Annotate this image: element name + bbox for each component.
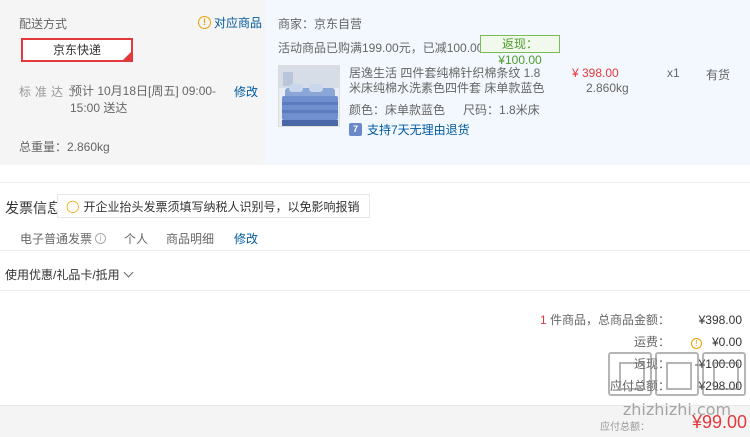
item-count: 1	[539, 313, 547, 327]
freight-warning-icon[interactable]: !	[690, 337, 702, 349]
product-weight: 2.860kg	[586, 81, 629, 95]
delivery-title: 配送方式	[19, 17, 68, 31]
payable-value: ¥298.00	[698, 378, 742, 393]
invoice-content: 商品明细	[166, 232, 215, 246]
total-weight: 总重量：2.860kg	[19, 140, 110, 154]
goods-amount-label: 1 件商品，总商品金额：	[540, 311, 670, 328]
payable-row: 应付总额： ¥298.00	[610, 377, 742, 394]
divider	[0, 182, 750, 183]
lightbulb-icon: ◯	[66, 199, 80, 213]
invoice-tip: ◯ 开企业抬头发票须填写纳税人识别号，以免影响报销	[52, 194, 371, 218]
goods-amount-row: 1 件商品，总商品金额： ¥398.00	[540, 311, 742, 328]
warning-icon: !	[198, 16, 211, 29]
divider	[0, 290, 750, 291]
coupon-toggle[interactable]: 使用优惠/礼品卡/抵用	[5, 266, 134, 283]
standard-delivery-time: 预计 10月18日[周五] 09:00-15:00 送达	[70, 84, 217, 115]
product-price: ¥ 398.00	[572, 66, 619, 80]
pay-total-amount: ¥99.00	[692, 412, 748, 432]
selected-corner-icon	[123, 52, 131, 60]
freight-value: ! ¥0.00	[670, 335, 742, 349]
delivery-method-button[interactable]: 京东快递	[21, 38, 133, 62]
pay-total-label: 应付总额：	[600, 422, 650, 433]
invoice-tip-text: 开企业抬头发票须填写纳税人识别号，以免影响报销	[83, 199, 360, 214]
product-quantity: x1	[667, 66, 680, 80]
coupon-label: 使用优惠/礼品卡/抵用	[5, 268, 120, 282]
delivery-method-label: 京东快递	[52, 43, 101, 57]
seller-name: 商家：京东自营	[278, 17, 363, 31]
chevron-down-icon	[123, 267, 134, 278]
seven-day-return-icon: 7	[349, 123, 362, 136]
rebate-row: 返现： -¥100.00	[634, 355, 742, 372]
match-products-label: 对应商品	[214, 16, 263, 30]
tip-arrow	[52, 202, 58, 212]
freight-label: 运费：	[633, 335, 670, 349]
product-name[interactable]: 居逸生活 四件套纯棉针织棉条纹 1.8米床纯棉水洗素色四件套 床单款蓝色	[349, 66, 549, 96]
product-image[interactable]	[278, 65, 340, 127]
rebate-label: 返现：	[633, 357, 670, 371]
return-policy: 7 支持7天无理由退货	[349, 121, 470, 138]
rebate-badge: 返现：¥100.00	[480, 35, 560, 67]
return-policy-label: 支持7天无理由退货	[367, 123, 470, 137]
payable-label: 应付总额：	[609, 379, 670, 393]
freight-row: 运费： ! ¥0.00	[634, 333, 742, 350]
product-size: 尺码：1.8米床	[463, 103, 540, 117]
bedding-image-icon	[279, 66, 339, 126]
product-props: 颜色：床单款蓝色 尺码：1.8米床	[349, 101, 540, 118]
info-icon[interactable]: i	[95, 233, 107, 244]
item-count-label: 件商品，总商品金额：	[549, 313, 670, 327]
stock-status: 有货	[706, 68, 731, 82]
freight-amount: ¥0.00	[711, 334, 742, 349]
rebate-value: -¥100.00	[694, 356, 742, 371]
match-products-link[interactable]: ! 对应商品	[198, 14, 262, 31]
invoice-holder: 个人	[124, 232, 149, 246]
goods-amount-value: ¥398.00	[698, 312, 742, 327]
edit-invoice-link[interactable]: 修改	[234, 230, 258, 247]
divider	[0, 250, 750, 251]
product-color: 颜色：床单款蓝色	[349, 103, 446, 117]
invoice-type: 电子普通发票	[20, 232, 93, 246]
edit-delivery-time-link[interactable]: 修改	[234, 83, 258, 100]
invoice-details: 电子普通发票 i 个人 商品明细 修改	[20, 230, 258, 247]
